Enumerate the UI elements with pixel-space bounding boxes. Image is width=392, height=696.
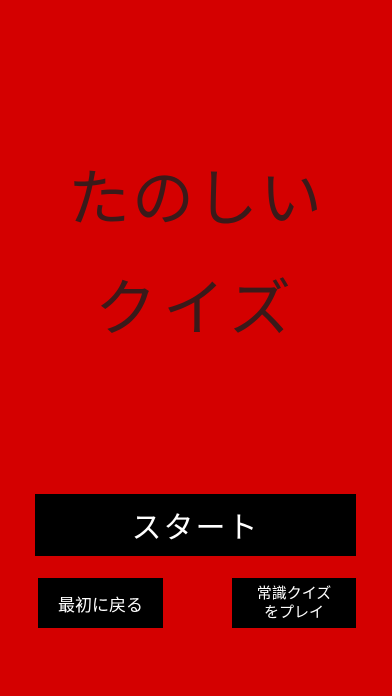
title-line-2: クイズ [94,272,298,345]
start-button[interactable]: スタート [35,494,356,556]
common-quiz-label-line-2: をプレイ [263,603,324,621]
title-line-1: たのしい [67,162,324,235]
start-button-label: スタート [131,511,260,546]
back-to-start-button[interactable]: 最初に戻る [38,578,163,628]
common-quiz-label-line-1: 常識クイズ [256,584,332,603]
back-to-start-label: 最初に戻る [58,595,143,616]
quiz-title-screen: たのしい クイズ スタート 最初に戻る 常識クイズ をプレイ [0,0,392,696]
play-common-quiz-button[interactable]: 常識クイズ をプレイ [232,578,356,628]
